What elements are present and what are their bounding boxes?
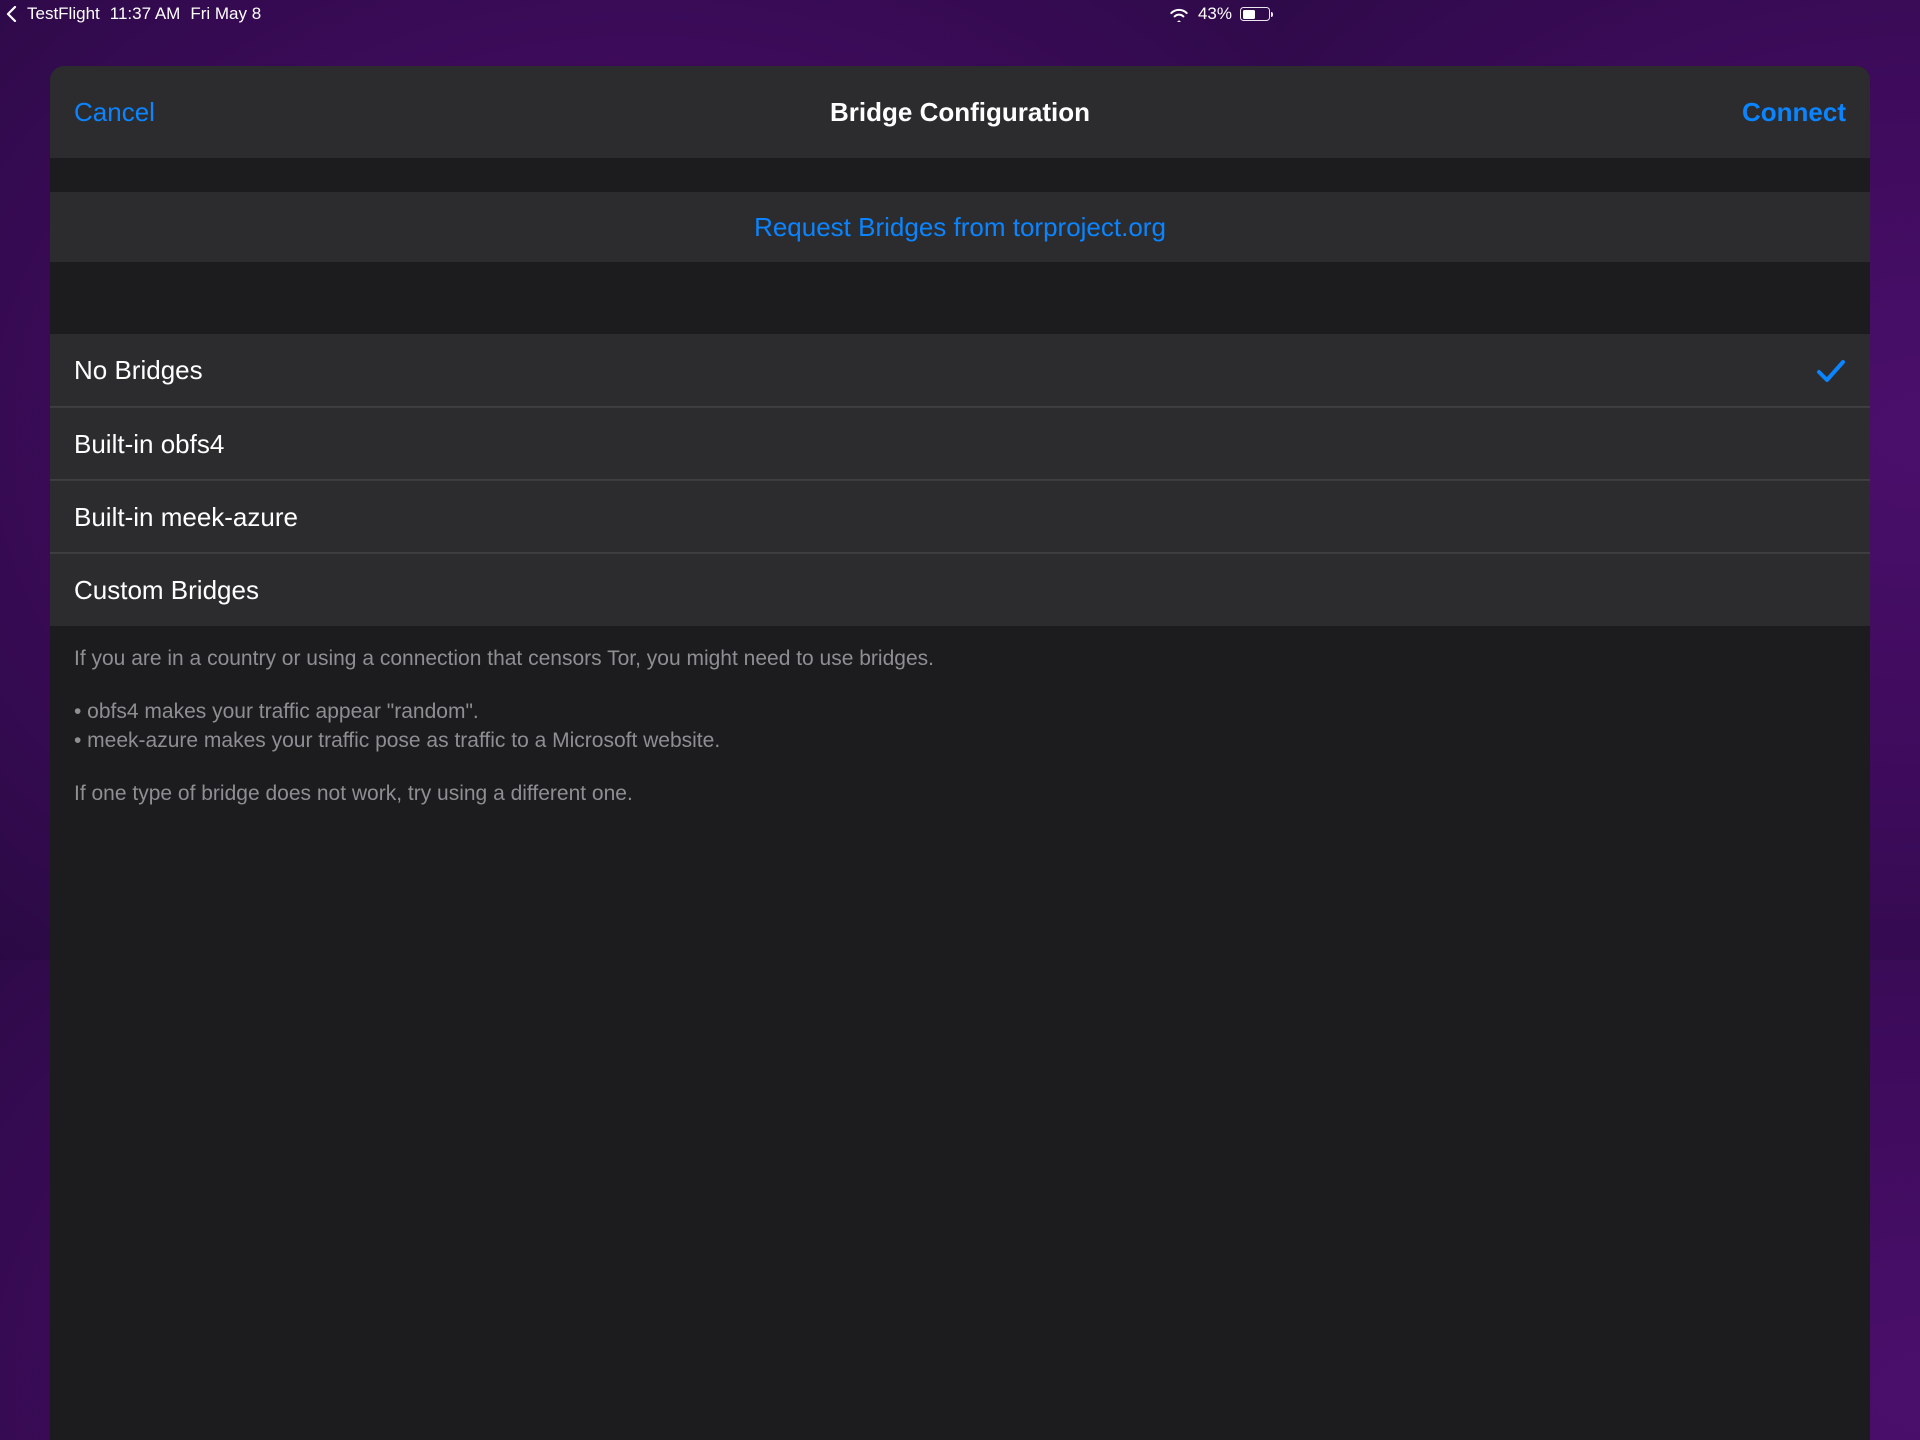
battery-icon bbox=[1240, 7, 1270, 21]
request-bridges-link[interactable]: Request Bridges from torproject.org bbox=[50, 192, 1870, 262]
footer-help-text: If you are in a country or using a conne… bbox=[50, 626, 1870, 808]
chevron-left-icon bbox=[6, 6, 17, 22]
nav-bar: Cancel Bridge Configuration Connect bbox=[50, 66, 1870, 158]
footer-bullet: • meek-azure makes your traffic pose as … bbox=[74, 728, 1846, 755]
wifi-icon bbox=[1168, 6, 1190, 22]
status-bar: TestFlight 11:37 AM Fri May 8 43% bbox=[0, 0, 1280, 28]
back-app-label[interactable]: TestFlight bbox=[27, 4, 100, 24]
footer-bullet: • obfs4 makes your traffic appear "rando… bbox=[74, 699, 1846, 726]
option-label: Custom Bridges bbox=[74, 575, 259, 606]
option-label: Built-in meek-azure bbox=[74, 502, 298, 533]
section-gap bbox=[50, 158, 1870, 192]
connect-button[interactable]: Connect bbox=[1646, 97, 1846, 128]
option-meek-azure[interactable]: Built-in meek-azure bbox=[50, 480, 1870, 553]
option-label: No Bridges bbox=[74, 355, 203, 386]
option-no-bridges[interactable]: No Bridges bbox=[50, 334, 1870, 407]
back-to-app[interactable] bbox=[6, 6, 17, 22]
bridge-config-sheet: Cancel Bridge Configuration Connect Requ… bbox=[50, 66, 1870, 1440]
footer-paragraph: If you are in a country or using a conne… bbox=[74, 646, 1846, 673]
bridge-options-group: No Bridges Built-in obfs4 Built-in meek-… bbox=[50, 334, 1870, 626]
sheet-title: Bridge Configuration bbox=[274, 97, 1646, 128]
request-bridges-label: Request Bridges from torproject.org bbox=[754, 212, 1166, 243]
status-time: 11:37 AM bbox=[110, 4, 181, 24]
option-custom-bridges[interactable]: Custom Bridges bbox=[50, 553, 1870, 626]
section-gap bbox=[50, 262, 1870, 334]
checkmark-icon bbox=[1816, 359, 1846, 383]
footer-paragraph: If one type of bridge does not work, try… bbox=[74, 781, 1846, 808]
option-obfs4[interactable]: Built-in obfs4 bbox=[50, 407, 1870, 480]
cancel-button[interactable]: Cancel bbox=[74, 97, 274, 128]
status-date: Fri May 8 bbox=[190, 4, 261, 24]
option-label: Built-in obfs4 bbox=[74, 429, 224, 460]
battery-percent: 43% bbox=[1198, 4, 1232, 24]
